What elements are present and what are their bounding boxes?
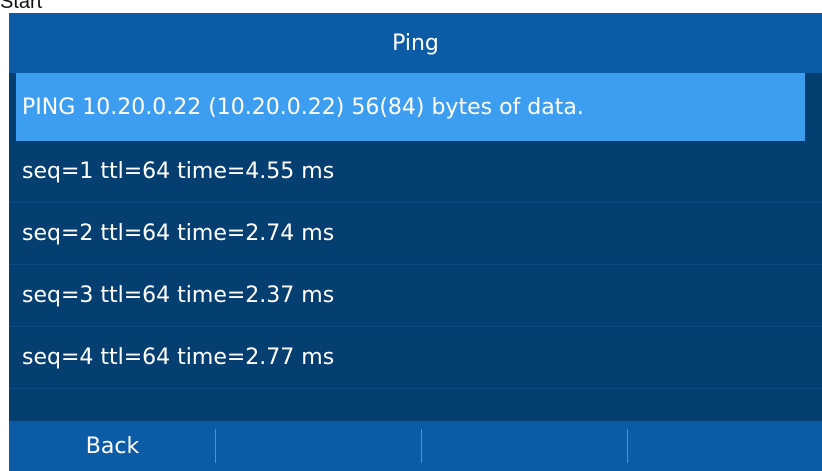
ping-output-list: PING 10.20.0.22 (10.20.0.22) 56(84) byte… — [9, 73, 822, 389]
list-item[interactable]: seq=4 ttl=64 time=2.77 ms — [9, 327, 822, 389]
screen-title: Ping — [9, 13, 822, 73]
phone-screen: Ping PING 10.20.0.22 (10.20.0.22) 56(84)… — [9, 13, 822, 471]
list-item[interactable]: seq=2 ttl=64 time=2.74 ms — [9, 203, 822, 265]
top-label: Start — [0, 0, 43, 13]
softkey-2[interactable] — [216, 421, 422, 471]
softkey-back-label: Back — [85, 433, 140, 459]
softkey-bar: Back — [9, 421, 822, 471]
softkey-4[interactable] — [628, 421, 822, 471]
softkey-back[interactable]: Back — [9, 421, 216, 471]
softkey-3[interactable] — [422, 421, 628, 471]
list-item[interactable]: seq=1 ttl=64 time=4.55 ms — [9, 141, 822, 203]
list-item[interactable]: PING 10.20.0.22 (10.20.0.22) 56(84) byte… — [16, 73, 805, 141]
list-item[interactable]: seq=3 ttl=64 time=2.37 ms — [9, 265, 822, 327]
